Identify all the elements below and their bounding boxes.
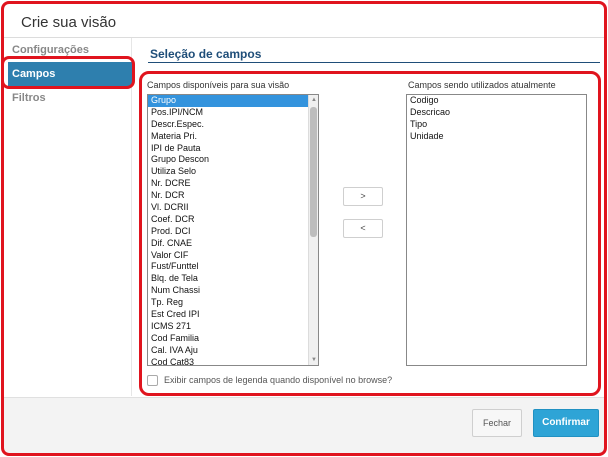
dialog-title: Crie sua visão bbox=[21, 14, 117, 31]
section-title: Seleção de campos bbox=[150, 47, 262, 61]
list-item[interactable]: Pos.IPI/NCM bbox=[148, 107, 318, 119]
legend-checkbox[interactable] bbox=[147, 375, 158, 386]
list-item[interactable]: Descricao bbox=[407, 107, 586, 119]
close-button[interactable]: Fechar bbox=[472, 409, 522, 437]
legend-checkbox-label: Exibir campos de legenda quando disponív… bbox=[164, 375, 393, 385]
scrollbar-thumb[interactable] bbox=[310, 107, 317, 237]
list-item[interactable]: Cod Familia bbox=[148, 333, 318, 345]
remove-field-button[interactable]: < bbox=[343, 219, 383, 238]
list-item[interactable]: Tipo bbox=[407, 119, 586, 131]
list-item[interactable]: Blq. de Tela bbox=[148, 273, 318, 285]
scroll-up-arrow-icon[interactable]: ▲ bbox=[309, 95, 318, 105]
list-item[interactable]: Grupo Descon bbox=[148, 154, 318, 166]
confirm-button[interactable]: Confirmar bbox=[533, 409, 599, 437]
list-item[interactable]: IPI de Pauta bbox=[148, 143, 318, 155]
list-item[interactable]: Prod. DCI bbox=[148, 226, 318, 238]
section-divider bbox=[148, 62, 600, 63]
sidebar: Configurações Campos Filtros bbox=[4, 38, 132, 396]
sidebar-item-filtros[interactable]: Filtros bbox=[8, 86, 132, 110]
list-item[interactable]: Descr.Espec. bbox=[148, 119, 318, 131]
available-fields-label: Campos disponíveis para sua visão bbox=[147, 80, 290, 90]
list-item[interactable]: ICMS 271 bbox=[148, 321, 318, 333]
list-item[interactable]: Materia Pri. bbox=[148, 131, 318, 143]
list-item[interactable]: Grupo bbox=[148, 95, 318, 107]
list-item[interactable]: Num Chassi bbox=[148, 285, 318, 297]
available-fields-list[interactable]: Grupo Pos.IPI/NCM Descr.Espec. Materia Pri.… bbox=[147, 94, 319, 366]
used-fields-list[interactable]: Codigo Descricao Tipo Unidade bbox=[406, 94, 587, 366]
list-item[interactable]: Nr. DCR bbox=[148, 190, 318, 202]
list-item[interactable]: Valor CIF bbox=[148, 250, 318, 262]
list-item[interactable]: Est Cred IPI bbox=[148, 309, 318, 321]
list-item[interactable]: Fust/Funttel bbox=[148, 261, 318, 273]
list-item[interactable]: Cal. IVA Aju bbox=[148, 345, 318, 357]
scroll-down-arrow-icon[interactable]: ▼ bbox=[309, 355, 318, 365]
list-item[interactable]: Tp. Reg bbox=[148, 297, 318, 309]
list-item[interactable]: Nr. DCRE bbox=[148, 178, 318, 190]
dialog: Crie sua visão Configurações Campos Filt… bbox=[0, 0, 608, 457]
available-fields-items: Grupo Pos.IPI/NCM Descr.Espec. Materia Pri.… bbox=[148, 95, 318, 365]
used-fields-label: Campos sendo utilizados atualmente bbox=[408, 80, 556, 90]
sidebar-item-configuracoes[interactable]: Configurações bbox=[8, 38, 132, 62]
add-field-button[interactable]: > bbox=[343, 187, 383, 206]
list-item[interactable]: Utiliza Selo bbox=[148, 166, 318, 178]
list-item[interactable]: Coef. DCR bbox=[148, 214, 318, 226]
title-bar: Crie sua visão bbox=[4, 4, 604, 38]
list-item[interactable]: Unidade bbox=[407, 131, 586, 143]
sidebar-item-campos[interactable]: Campos bbox=[8, 62, 132, 86]
used-fields-items: Codigo Descricao Tipo Unidade bbox=[407, 95, 586, 143]
list-item[interactable]: Codigo bbox=[407, 95, 586, 107]
list-item[interactable]: Dif. CNAE bbox=[148, 238, 318, 250]
available-fields-scrollbar[interactable]: ▲ ▼ bbox=[308, 95, 318, 365]
list-item[interactable]: Vl. DCRII bbox=[148, 202, 318, 214]
list-item[interactable]: Cod Cat83 bbox=[148, 357, 318, 365]
